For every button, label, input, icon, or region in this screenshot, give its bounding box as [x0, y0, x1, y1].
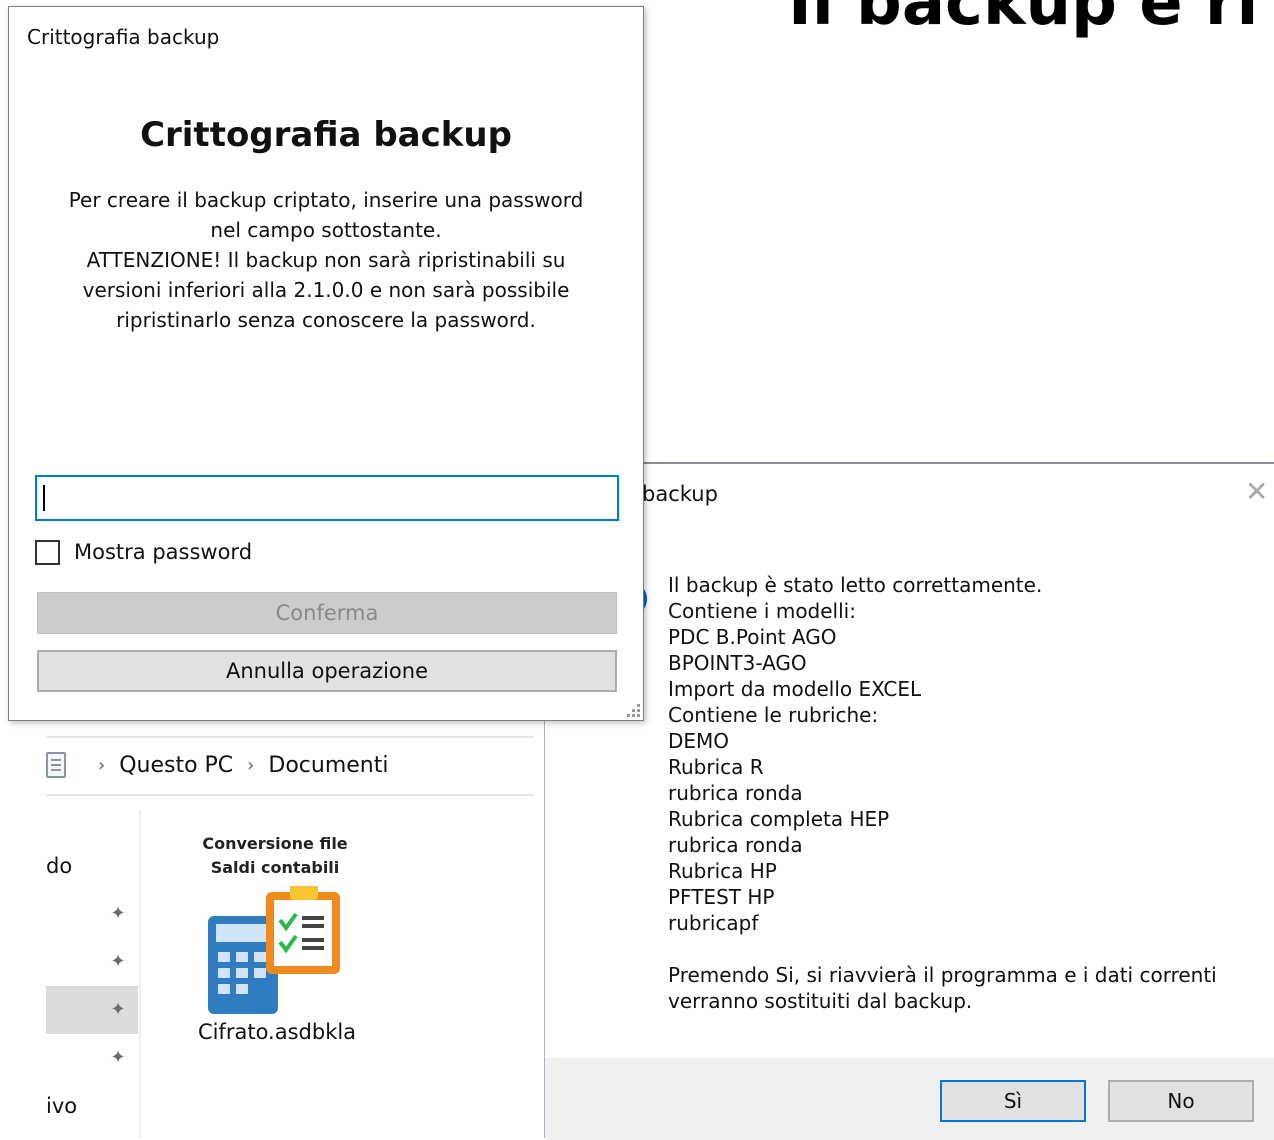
dialog-description: Per creare il backup criptato, inserire …	[39, 185, 613, 335]
password-input[interactable]	[35, 475, 619, 521]
pin-icon[interactable]: ✦	[106, 998, 130, 1022]
nav-pane-divider	[139, 810, 141, 1138]
file-explorer-window: › Questo PC › Documenti do ✦ ✦ ✦ ✦ ivo C…	[0, 700, 545, 1138]
no-button[interactable]: No	[1108, 1080, 1254, 1122]
chevron-right-icon[interactable]: ›	[247, 755, 254, 776]
file-thumbnail-caption-line: Saldi contabili	[210, 858, 340, 877]
pin-icon[interactable]: ✦	[106, 950, 130, 974]
chevron-right-icon[interactable]: ›	[98, 755, 105, 776]
backup-result-dialog: backup ✕ Il backup è stato letto corrett…	[545, 462, 1274, 1140]
description-line: ATTENZIONE! Il backup non sarà ripristin…	[86, 248, 566, 272]
description-line: versioni inferiori alla 2.1.0.0 e non sa…	[82, 278, 570, 302]
text-caret	[43, 485, 45, 511]
result-message: Il backup è stato letto correttamente. C…	[668, 573, 1217, 1013]
close-icon[interactable]: ✕	[1245, 478, 1268, 506]
nav-item-label[interactable]: ivo	[46, 1094, 77, 1118]
background-headline: Il backup è ri	[788, 0, 1259, 40]
show-password-toggle[interactable]: Mostra password	[35, 535, 252, 569]
file-name[interactable]: Cifrato.asdbkla	[182, 1020, 372, 1044]
show-password-checkbox[interactable]	[35, 539, 60, 565]
dialog-footer: Sì No	[545, 1058, 1274, 1140]
pin-icon[interactable]: ✦	[106, 902, 130, 926]
document-icon	[46, 752, 66, 778]
calculator-checklist-icon[interactable]	[206, 886, 346, 1016]
window-title: Crittografia backup	[27, 25, 220, 49]
cancel-button[interactable]: Annulla operazione	[37, 650, 617, 692]
description-line: nel campo sottostante.	[210, 218, 442, 242]
yes-button[interactable]: Sì	[940, 1080, 1086, 1122]
divider	[46, 794, 534, 796]
dialog-heading: Crittografia backup	[140, 115, 512, 155]
pin-icon[interactable]: ✦	[106, 1046, 130, 1070]
address-bar[interactable]: › Questo PC › Documenti	[46, 748, 388, 782]
nav-item-label[interactable]: do	[46, 854, 72, 878]
confirm-button[interactable]: Conferma	[37, 592, 617, 634]
divider	[46, 736, 534, 738]
show-password-label[interactable]: Mostra password	[74, 540, 252, 564]
breadcrumb-item-documents[interactable]: Documenti	[268, 753, 388, 778]
description-line: Per creare il backup criptato, inserire …	[68, 188, 584, 212]
dialog-title: backup	[642, 482, 718, 506]
description-line: ripristinarlo senza conoscere la passwor…	[116, 308, 536, 332]
file-thumbnail-caption-line: Conversione file	[202, 834, 348, 853]
file-thumbnail-caption: Conversione file Saldi contabili	[192, 832, 358, 880]
encryption-dialog: Crittografia backup Crittografia backup …	[8, 6, 644, 721]
resize-grip-icon[interactable]	[626, 703, 640, 717]
breadcrumb-item-this-pc[interactable]: Questo PC	[119, 753, 233, 778]
